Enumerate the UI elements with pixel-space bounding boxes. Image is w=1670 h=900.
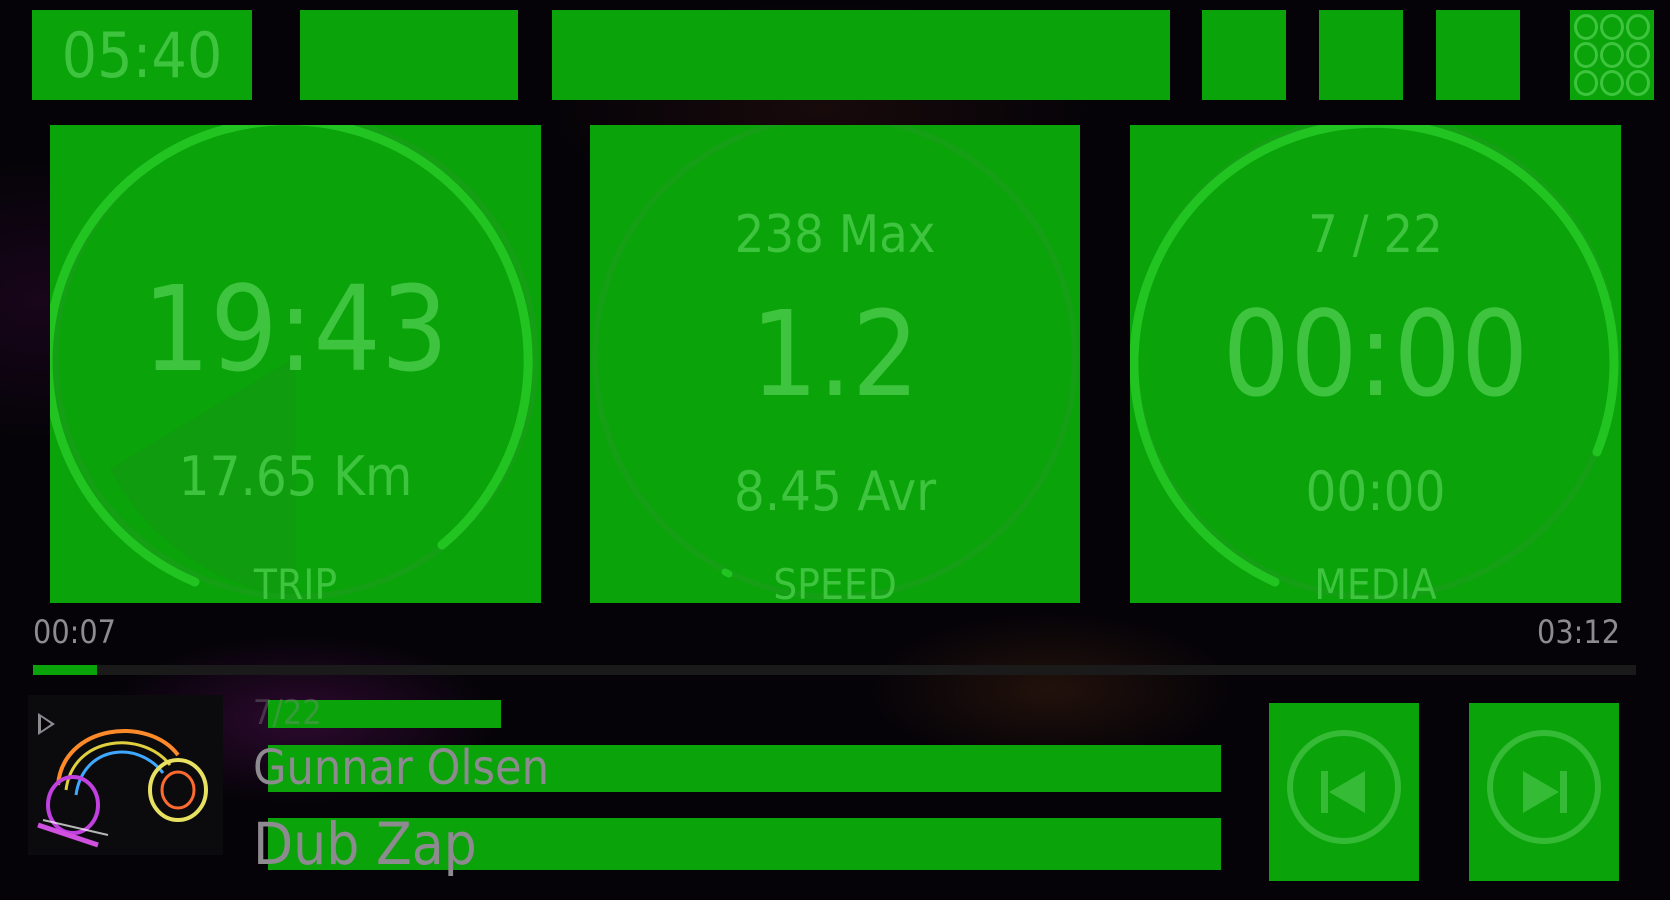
trip-widget[interactable]: 19:43 17.65 Km TRIP [50, 125, 541, 609]
previous-track-button[interactable] [1269, 703, 1419, 881]
album-art[interactable] [28, 695, 223, 855]
track-title: Dub Zap [253, 810, 477, 878]
status-tile-small-1[interactable] [1202, 10, 1286, 100]
media-time: 00:00 [1222, 285, 1529, 423]
status-tile-small-3[interactable] [1436, 10, 1520, 100]
status-tile-wide[interactable] [552, 10, 1170, 100]
track-artist: Gunnar Olsen [253, 740, 549, 796]
status-tile-1[interactable] [300, 10, 518, 100]
headphones-art-icon [37, 729, 208, 848]
media-label: MEDIA [1314, 560, 1437, 609]
speed-max: 238 Max [734, 205, 936, 265]
media-widget[interactable]: 7 / 22 00:00 00:00 MEDIA [1130, 125, 1621, 609]
status-tile-small-2[interactable] [1319, 10, 1403, 100]
trip-label: TRIP [253, 560, 338, 609]
play-icon[interactable] [38, 713, 55, 735]
media-track-count: 7 / 22 [1308, 205, 1443, 265]
grid-dots-icon [1574, 14, 1650, 96]
speed-label: SPEED [773, 560, 897, 609]
trip-distance: 17.65 Km [178, 445, 413, 508]
trip-time: 19:43 [142, 260, 449, 398]
track-number: 7/22 [253, 693, 322, 733]
skip-previous-icon [1321, 771, 1365, 813]
progress-bar[interactable] [33, 665, 1636, 675]
speed-average: 8.45 Avr [733, 460, 937, 523]
speed-current: 1.2 [750, 285, 920, 423]
apps-button[interactable] [1570, 10, 1654, 100]
total-time: 03:12 [1537, 613, 1620, 651]
media-time-remaining: 00:00 [1305, 460, 1446, 523]
speed-widget[interactable]: 238 Max 1.2 8.45 Avr SPEED [590, 125, 1080, 609]
elapsed-time: 00:07 [33, 613, 116, 651]
skip-next-icon [1523, 771, 1567, 813]
clock-tile[interactable]: 05:40 [32, 10, 252, 100]
clock-text: 05:40 [61, 18, 223, 92]
next-track-button[interactable] [1469, 703, 1619, 881]
progress-fill [33, 665, 98, 675]
